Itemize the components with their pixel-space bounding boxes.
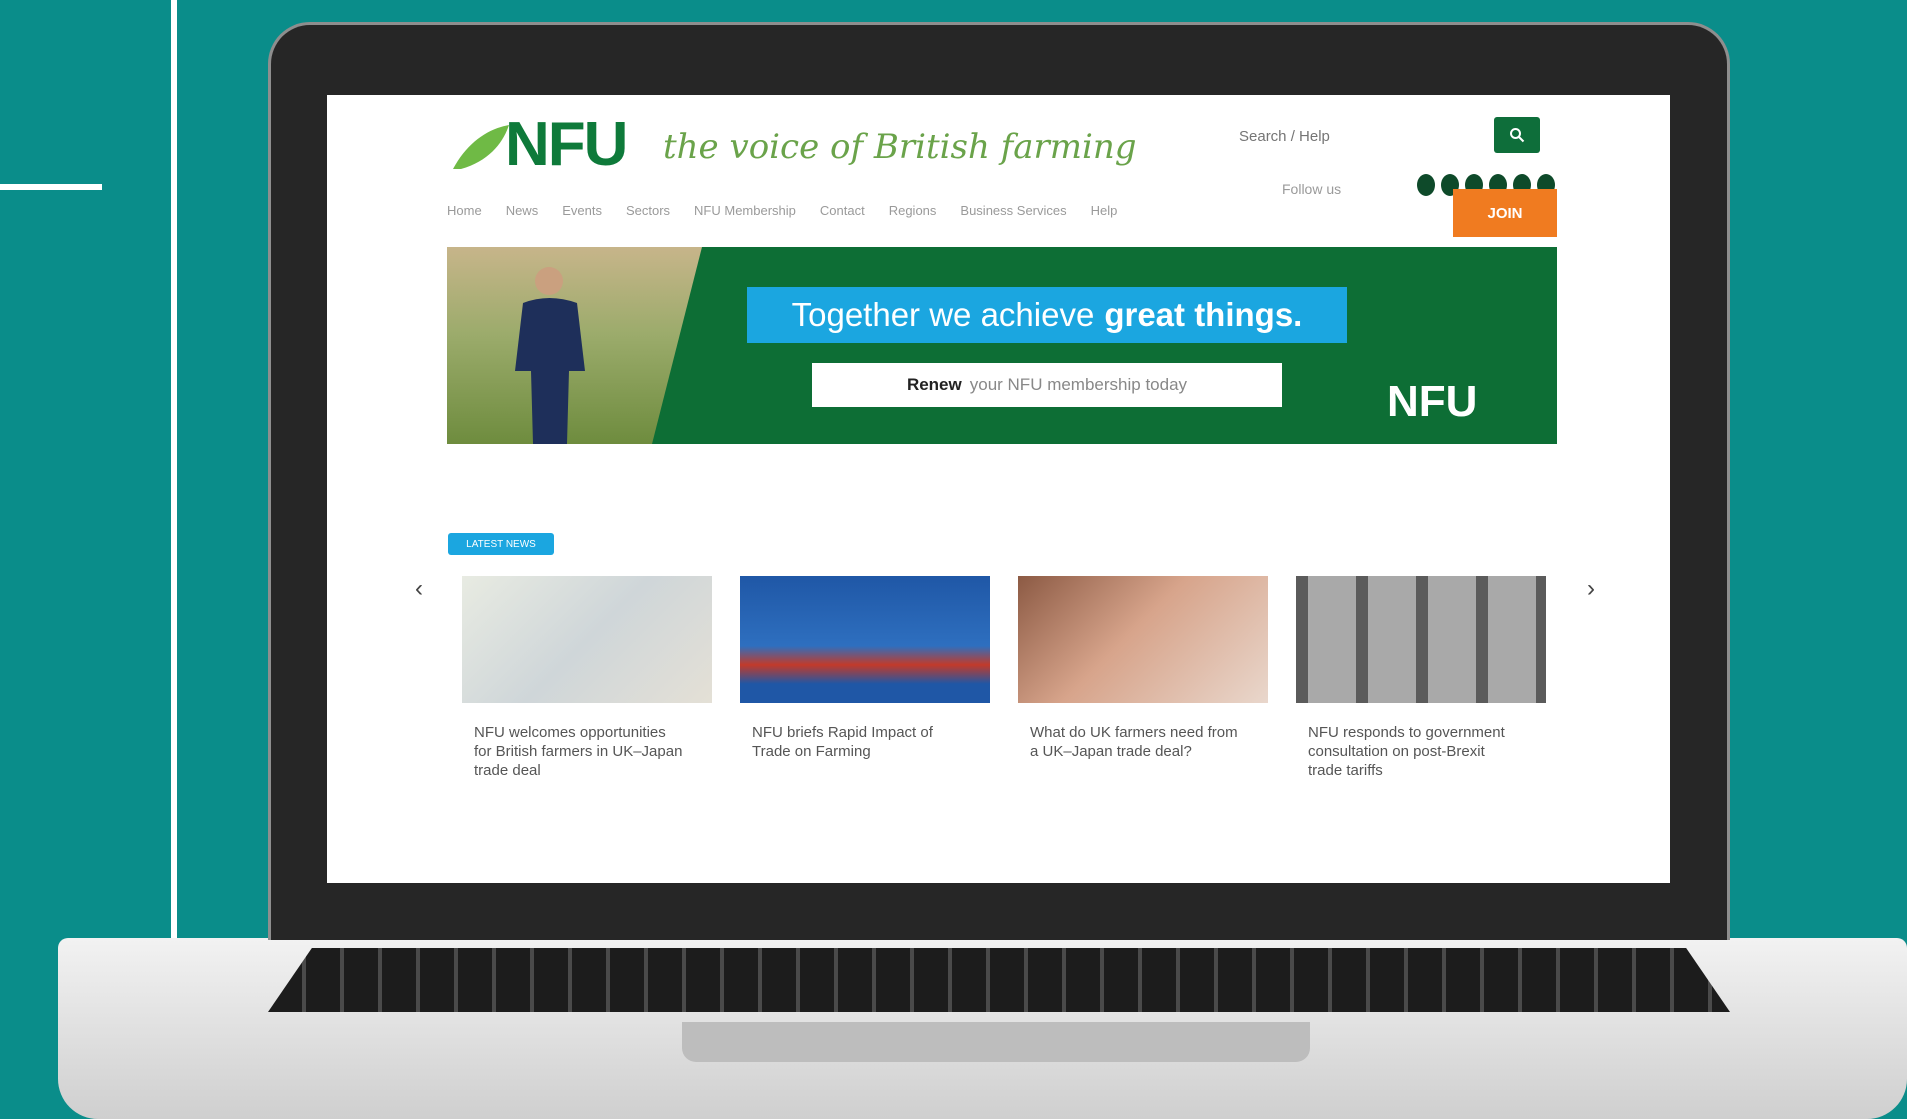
- nav-item[interactable]: Business Services: [960, 203, 1066, 218]
- news-title: NFU welcomes opportunities for British f…: [474, 724, 683, 779]
- renew-label-rest: your NFU membership today: [969, 375, 1188, 394]
- nav-item[interactable]: NFU Membership: [694, 203, 796, 218]
- search-button[interactable]: [1494, 117, 1540, 153]
- carousel-prev-arrow[interactable]: ‹: [407, 575, 431, 603]
- site-tagline: the voice of British farming: [663, 127, 1137, 167]
- section-badge: LATEST NEWS: [448, 533, 554, 555]
- news-thumbnail: [1018, 576, 1268, 703]
- decorative-vertical-line: [171, 0, 177, 1000]
- news-title: NFU briefs Rapid Impact of Trade on Farm…: [752, 724, 933, 760]
- nav-item[interactable]: Home: [447, 203, 482, 218]
- membership-banner[interactable]: Together we achieve great things. Renew …: [447, 247, 1557, 444]
- search-input[interactable]: [1237, 119, 1491, 153]
- renew-label-bold: Renew: [906, 375, 962, 394]
- carousel-next-arrow[interactable]: ›: [1579, 575, 1603, 603]
- banner-headline-prefix: Together we achieve: [791, 296, 1095, 333]
- nav-item[interactable]: News: [506, 203, 539, 218]
- news-title: What do UK farmers need from a UK–Japan …: [1030, 724, 1238, 760]
- search-icon: [1510, 128, 1525, 143]
- laptop-trackpad: [682, 1022, 1310, 1062]
- nav-item[interactable]: Help: [1091, 203, 1118, 218]
- banner-logo: NFU: [1387, 377, 1478, 426]
- join-button[interactable]: JOIN: [1453, 189, 1557, 237]
- news-card[interactable]: What do UK farmers need from a UK–Japan …: [1018, 576, 1268, 761]
- nav-item[interactable]: Regions: [889, 203, 937, 218]
- news-thumbnail: [740, 576, 990, 703]
- farmer-figure: [515, 267, 585, 444]
- facebook-icon[interactable]: [1417, 174, 1435, 196]
- renew-button[interactable]: Renew your NFU membership today: [812, 363, 1282, 407]
- nav-item[interactable]: Contact: [820, 203, 865, 218]
- banner-headline: Together we achieve great things.: [747, 287, 1347, 343]
- laptop-screen: NFU the voice of British farming Follow …: [327, 95, 1670, 883]
- banner-headline-bold: great things.: [1104, 296, 1303, 333]
- laptop-keyboard: [268, 948, 1730, 1012]
- news-thumbnail: [1296, 576, 1546, 703]
- news-card[interactable]: NFU responds to government consultation …: [1296, 576, 1546, 780]
- site-logo[interactable]: NFU: [505, 109, 628, 180]
- news-card[interactable]: NFU welcomes opportunities for British f…: [462, 576, 712, 780]
- main-nav: Home News Events Sectors NFU Membership …: [447, 203, 1117, 218]
- social-label: Follow us: [1282, 181, 1342, 197]
- news-card[interactable]: NFU briefs Rapid Impact of Trade on Farm…: [740, 576, 990, 761]
- leaf-logo-icon: [453, 125, 509, 169]
- news-title: NFU responds to government consultation …: [1308, 724, 1505, 779]
- decorative-horizontal-line: [0, 184, 102, 190]
- nav-item[interactable]: Events: [562, 203, 602, 218]
- news-thumbnail: [462, 576, 712, 703]
- nav-item[interactable]: Sectors: [626, 203, 670, 218]
